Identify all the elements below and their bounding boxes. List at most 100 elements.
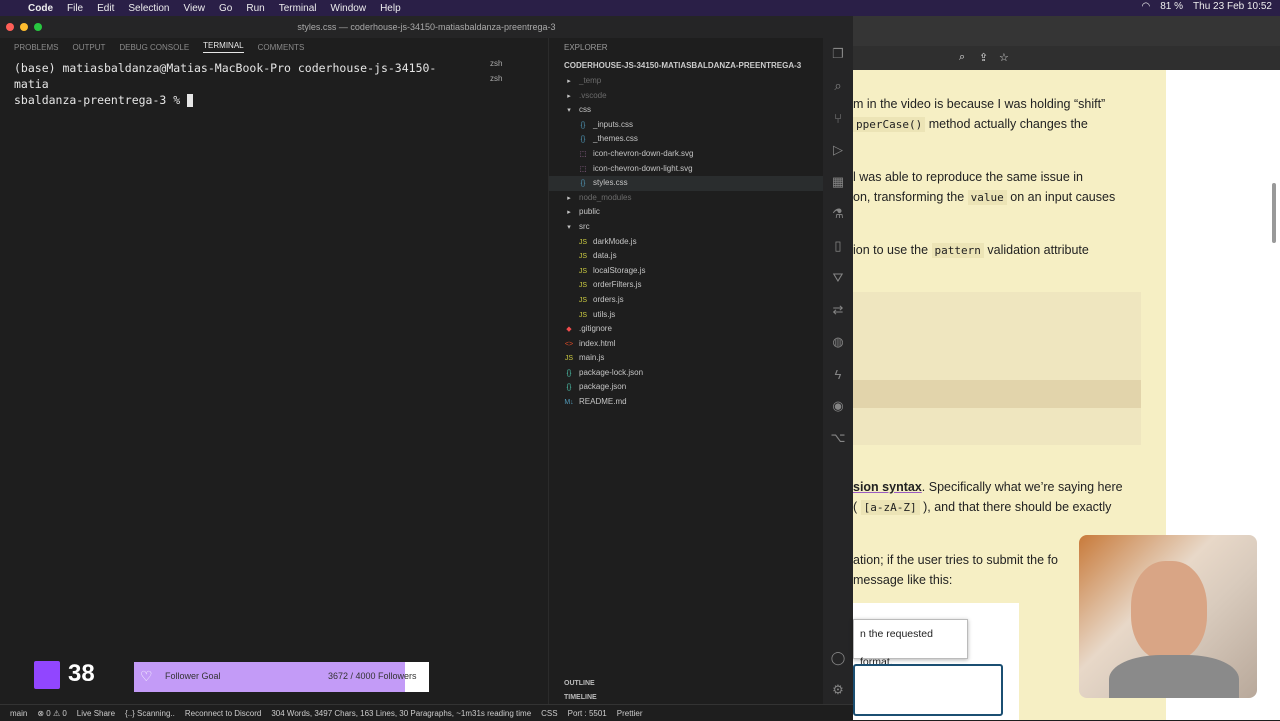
menu-view[interactable]: View: [184, 3, 206, 14]
battery-label[interactable]: 81 %: [1160, 1, 1183, 12]
tree-item-label: icon-chevron-down-light.svg: [593, 163, 693, 173]
tree-file[interactable]: JS localStorage.js: [549, 264, 824, 279]
tree-file[interactable]: JS data.js: [549, 249, 824, 264]
menubar-clock[interactable]: Thu 23 Feb 10:52: [1193, 1, 1272, 12]
tree-file[interactable]: JS utils.js: [549, 308, 824, 323]
tree-file[interactable]: JS orderFilters.js: [549, 278, 824, 293]
tab-problems[interactable]: PROBLEMS: [14, 43, 58, 52]
tab-debug-console[interactable]: DEBUG CONSOLE: [119, 43, 189, 52]
tree-file[interactable]: ⬚ icon-chevron-down-light.svg: [549, 162, 824, 177]
tree-icon[interactable]: ⛛: [823, 262, 853, 294]
files-icon[interactable]: ❐: [823, 38, 853, 70]
extensions-icon[interactable]: ▦: [823, 166, 853, 198]
tab-terminal[interactable]: TERMINAL: [203, 41, 244, 53]
remote-icon[interactable]: ⇄: [823, 294, 853, 326]
activity-bar: ❐ ⌕ ⑂ ▷ ▦ ⚗ ▯ ⛛ ⇄ ◍ ϟ ◉ ⌥ ◯ ⚙: [823, 38, 853, 704]
tree-file[interactable]: {} _themes.css: [549, 132, 824, 147]
tree-folder[interactable]: ▸ public: [549, 205, 824, 220]
docker-icon[interactable]: ◍: [823, 326, 853, 358]
menu-terminal[interactable]: Terminal: [279, 3, 317, 14]
tree-item-label: .gitignore: [579, 324, 612, 334]
tree-file[interactable]: {} styles.css: [549, 176, 824, 191]
outline-section[interactable]: OUTLINE: [564, 680, 595, 687]
menu-app-name[interactable]: Code: [28, 3, 53, 14]
status-discord[interactable]: Reconnect to Discord: [185, 709, 261, 718]
terminal-line: (base) matiasbaldanza@Matias-MacBook-Pro…: [14, 61, 437, 91]
minimize-window-icon[interactable]: [20, 23, 28, 31]
menu-file[interactable]: File: [67, 3, 83, 14]
article-text: l was able to reproduce the same issue i…: [853, 170, 1083, 184]
regex-link[interactable]: sion syntax: [853, 480, 922, 494]
testing-icon[interactable]: ⚗: [823, 198, 853, 230]
menu-help[interactable]: Help: [380, 3, 401, 14]
tree-file[interactable]: ⬚ icon-chevron-down-dark.svg: [549, 147, 824, 162]
source-control-icon[interactable]: ⑂: [823, 102, 853, 134]
explorer: EXPLORER CODERHOUSE-JS-34150-MATIASBALDA…: [548, 38, 824, 704]
status-liveshare[interactable]: Live Share: [77, 709, 115, 718]
terminal-tab-zsh-2[interactable]: zsh: [470, 71, 548, 86]
menu-run[interactable]: Run: [246, 3, 264, 14]
tree-item-label: main.js: [579, 353, 605, 363]
tree-file[interactable]: M↓ README.md: [549, 395, 824, 410]
tree-folder[interactable]: ▾ css: [549, 103, 824, 118]
tree-file[interactable]: {} package-lock.json: [549, 366, 824, 381]
terminal-prompt: sbaldanza-preentrega-3 %: [14, 93, 188, 107]
svg-icon: ⬚: [579, 150, 587, 158]
tree-folder[interactable]: ▸ .vscode: [549, 89, 824, 104]
project-root[interactable]: CODERHOUSE-JS-34150-MATIASBALDANZA-PREEN…: [549, 57, 824, 74]
timeline-section[interactable]: TIMELINE: [564, 694, 597, 701]
tree-file[interactable]: {} _inputs.css: [549, 118, 824, 133]
status-language[interactable]: CSS: [541, 709, 557, 718]
menu-selection[interactable]: Selection: [128, 3, 169, 14]
github-icon[interactable]: ◉: [823, 390, 853, 422]
code-block: [853, 292, 1141, 445]
wifi-icon[interactable]: ◠: [1142, 1, 1151, 12]
menu-go[interactable]: Go: [219, 3, 232, 14]
js-icon: JS: [564, 355, 574, 363]
browser-tab-strip[interactable]: [853, 16, 1280, 46]
bookmark-star-icon[interactable]: ☆: [999, 51, 1009, 64]
zoom-window-icon[interactable]: [34, 23, 42, 31]
tree-file[interactable]: JS orders.js: [549, 293, 824, 308]
tree-file[interactable]: JS main.js: [549, 351, 824, 366]
bookmark-icon[interactable]: ▯: [823, 230, 853, 262]
status-problems[interactable]: ⊗ 0 ⚠ 0: [37, 709, 66, 718]
terminal-tab-zsh-1[interactable]: zsh: [470, 56, 548, 71]
menu-edit[interactable]: Edit: [97, 3, 114, 14]
tree-item-label: _temp: [579, 76, 602, 85]
search-icon[interactable]: ⌕: [823, 70, 853, 102]
menu-window[interactable]: Window: [331, 3, 367, 14]
webcam-overlay: [1079, 535, 1257, 698]
panel-tabs: PROBLEMS OUTPUT DEBUG CONSOLE TERMINAL C…: [0, 38, 548, 56]
tree-file[interactable]: ◆ .gitignore: [549, 322, 824, 337]
page-scrollbar[interactable]: [1272, 183, 1276, 243]
tree-item-label: package.json: [579, 382, 627, 392]
status-scanning[interactable]: {..} Scanning..: [125, 709, 175, 718]
tree-folder[interactable]: ▾ src: [549, 220, 824, 235]
bolt-icon[interactable]: ϟ: [823, 358, 853, 390]
tree-folder[interactable]: ▸ node_modules: [549, 191, 824, 206]
tree-item-label: .vscode: [579, 90, 607, 100]
zoom-icon[interactable]: ⌕: [959, 51, 965, 64]
tree-file[interactable]: {} package.json: [549, 380, 824, 395]
settings-gear-icon[interactable]: ⚙: [823, 674, 853, 706]
demo-input[interactable]: [853, 664, 1003, 716]
terminal-cursor: [187, 94, 194, 107]
tab-output[interactable]: OUTPUT: [72, 43, 105, 52]
close-window-icon[interactable]: [6, 23, 14, 31]
status-branch[interactable]: main: [10, 709, 27, 718]
file-tree: ▸ _temp ▸ .vscode ▾ css {} _inputs.css {} _themes…: [549, 74, 824, 410]
terminal[interactable]: (base) matiasbaldanza@Matias-MacBook-Pro…: [0, 56, 468, 704]
share-icon[interactable]: ⇪: [979, 51, 988, 64]
folder-closed-icon: ▸: [567, 78, 571, 85]
tree-file[interactable]: JS darkMode.js: [549, 235, 824, 250]
tree-folder[interactable]: ▸ _temp: [549, 74, 824, 89]
account-icon[interactable]: ◯: [823, 642, 853, 674]
follower-goal-value: 3672 / 4000 Followers: [328, 671, 417, 681]
tab-comments[interactable]: COMMENTS: [258, 43, 305, 52]
tree-file[interactable]: <> index.html: [549, 337, 824, 352]
status-prettier[interactable]: Prettier: [617, 709, 643, 718]
status-port[interactable]: Port : 5501: [568, 709, 607, 718]
run-debug-icon[interactable]: ▷: [823, 134, 853, 166]
git-graph-icon[interactable]: ⌥: [823, 422, 853, 454]
